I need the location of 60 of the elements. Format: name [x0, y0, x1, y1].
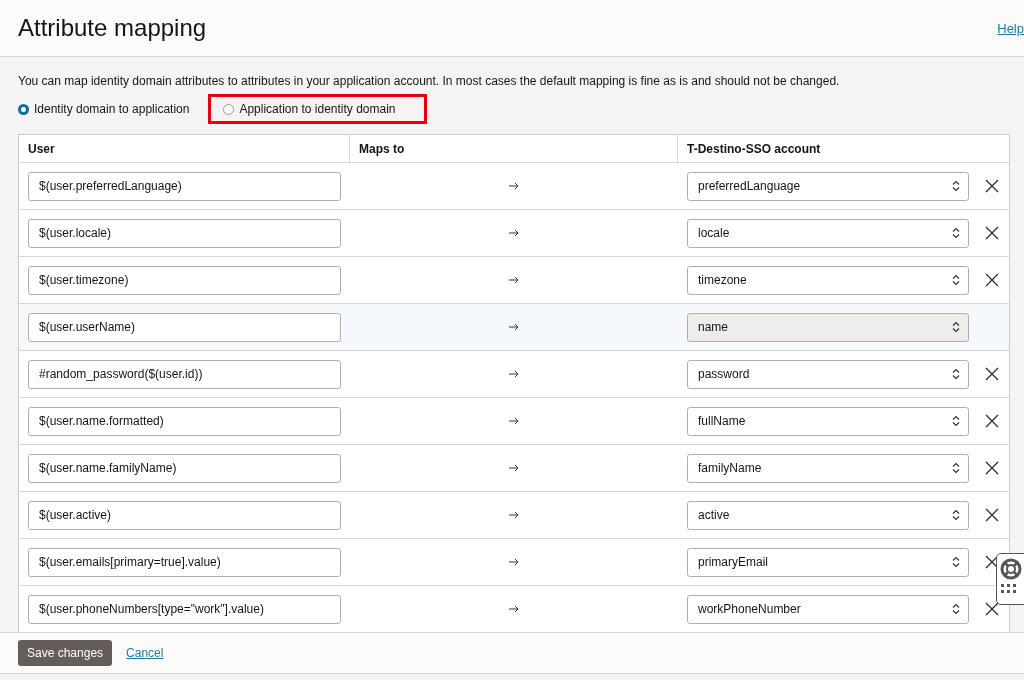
- source-attribute-field[interactable]: $(user.name.formatted): [28, 406, 341, 436]
- target-attribute-select[interactable]: active: [687, 500, 969, 530]
- target-attribute-select[interactable]: workPhoneNumber: [687, 594, 969, 624]
- remove-icon[interactable]: [985, 414, 999, 428]
- arrow-icon: [509, 464, 519, 472]
- radio-button[interactable]: [18, 103, 29, 115]
- arrow-icon: [509, 417, 519, 425]
- source-attribute-field[interactable]: $(user.name.familyName): [28, 453, 341, 483]
- source-attribute-field[interactable]: $(user.phoneNumbers[type="work"].value): [28, 594, 341, 624]
- arrow-icon: [509, 370, 519, 378]
- radio-label[interactable]: Identity domain to application: [34, 102, 190, 116]
- target-attribute-select[interactable]: fullName: [687, 406, 969, 436]
- arrow-icon: [509, 511, 519, 519]
- arrow-icon: [509, 276, 519, 284]
- remove-icon[interactable]: [985, 179, 999, 193]
- description-text: You can map identity domain attributes to attributes in your application account. In most cases the default mapping is fine as is and should not be changed.: [18, 74, 841, 88]
- chevron-up-down-icon: [952, 415, 960, 427]
- target-attribute-select[interactable]: timezone: [687, 265, 969, 295]
- source-attribute-field[interactable]: $(user.active): [28, 500, 341, 530]
- page-title: Attribute mapping: [18, 14, 207, 42]
- arrow-icon: [509, 605, 519, 613]
- chevron-up-down-icon: [952, 274, 960, 286]
- remove-icon[interactable]: [985, 555, 999, 569]
- source-attribute-field[interactable]: $(user.preferredLanguage): [28, 171, 341, 201]
- remove-icon[interactable]: [985, 367, 999, 381]
- chevron-up-down-icon: [952, 180, 960, 192]
- column-header: T-Destino-SSO account: [686, 140, 822, 158]
- cancel-link[interactable]: Cancel: [126, 646, 164, 660]
- arrow-icon: [509, 229, 519, 237]
- radio-label[interactable]: Application to identity domain: [239, 102, 396, 116]
- remove-icon[interactable]: [985, 226, 999, 240]
- remove-icon[interactable]: [985, 461, 999, 475]
- arrow-icon: [509, 323, 519, 331]
- remove-icon[interactable]: [985, 602, 999, 616]
- source-attribute-field[interactable]: $(user.timezone): [28, 265, 341, 295]
- chevron-up-down-icon: [952, 556, 960, 568]
- source-attribute-field[interactable]: $(user.emails[primary=true].value): [28, 547, 341, 577]
- chevron-up-down-icon: [952, 603, 960, 615]
- source-attribute-field[interactable]: #random_password($(user.id)): [28, 359, 341, 389]
- chevron-up-down-icon: [952, 321, 960, 333]
- arrow-icon: [509, 558, 519, 566]
- remove-icon[interactable]: [985, 273, 999, 287]
- remove-icon[interactable]: [985, 508, 999, 522]
- target-attribute-select[interactable]: primaryEmail: [687, 547, 969, 577]
- radio-button[interactable]: [223, 103, 235, 115]
- chevron-up-down-icon: [952, 368, 960, 380]
- chevron-up-down-icon: [952, 509, 960, 521]
- chevron-up-down-icon: [952, 462, 960, 474]
- source-attribute-field[interactable]: $(user.locale): [28, 218, 341, 248]
- column-header: Maps to: [350, 135, 678, 162]
- arrow-icon: [509, 182, 519, 190]
- target-attribute-select[interactable]: preferredLanguage: [687, 171, 969, 201]
- column-header: User: [19, 135, 350, 162]
- lifebuoy-icon[interactable]: [1000, 558, 1022, 580]
- help-link[interactable]: Help: [997, 20, 1024, 36]
- target-attribute-select[interactable]: password: [687, 359, 969, 389]
- save-changes-button[interactable]: Save changes: [18, 640, 113, 666]
- target-attribute-select[interactable]: locale: [687, 218, 969, 248]
- chevron-up-down-icon: [952, 227, 960, 239]
- target-attribute-select[interactable]: familyName: [687, 453, 969, 483]
